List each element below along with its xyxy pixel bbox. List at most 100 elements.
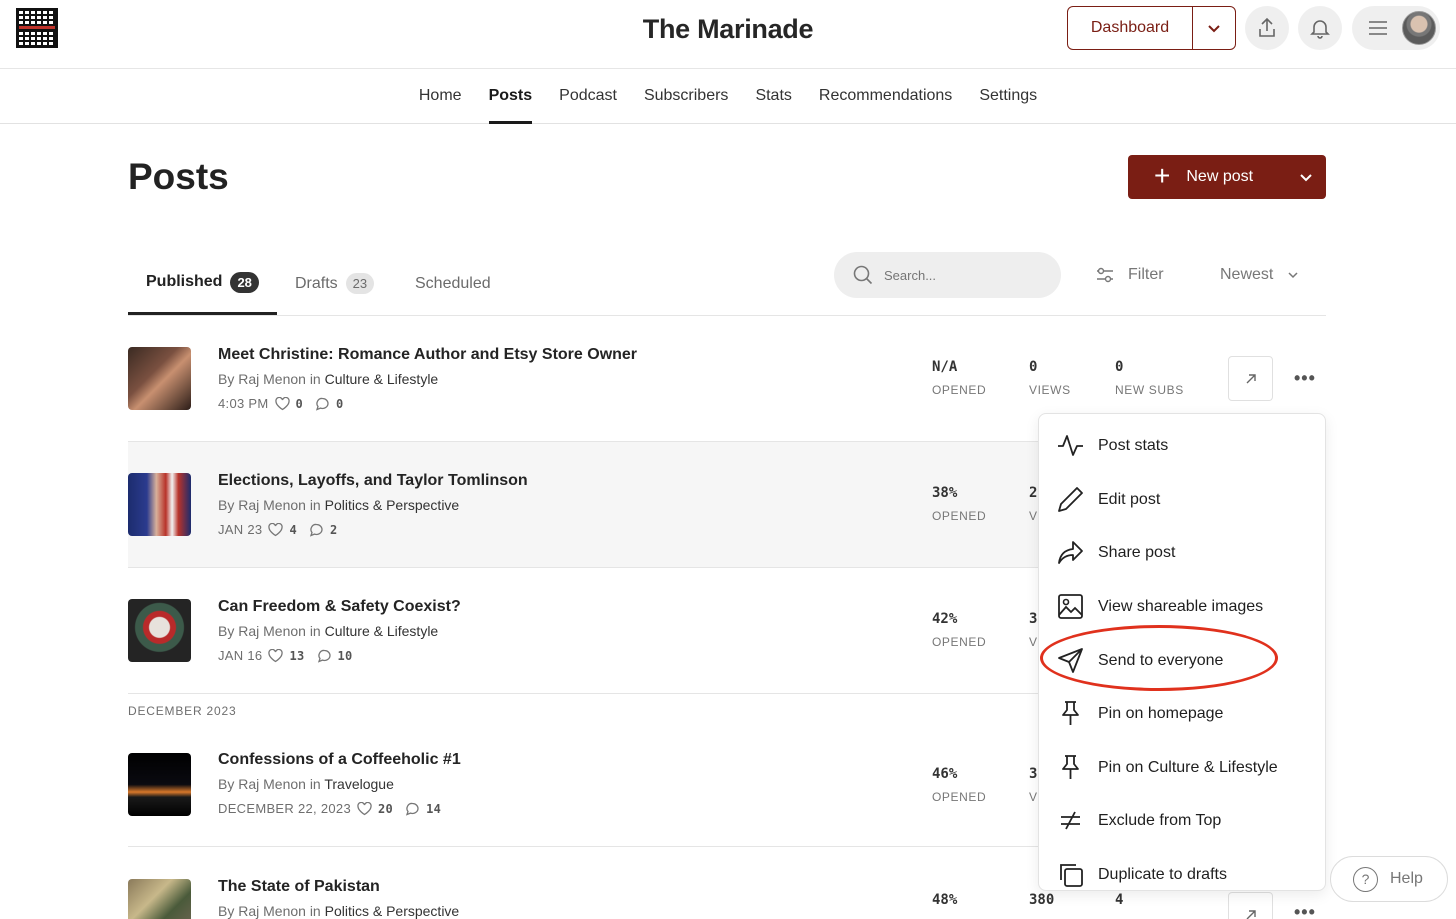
- post-category[interactable]: Culture & Lifestyle: [325, 371, 439, 387]
- send-icon: [1058, 648, 1083, 673]
- arrow-up-right-icon: [1246, 909, 1256, 919]
- post-category[interactable]: Culture & Lifestyle: [325, 623, 439, 639]
- tab-drafts[interactable]: Drafts 23: [295, 252, 375, 315]
- page-title: Posts: [128, 156, 229, 197]
- main-nav: Home Posts Podcast Subscribers Stats Rec…: [0, 70, 1456, 124]
- nav-podcast[interactable]: Podcast: [559, 70, 617, 124]
- new-post-button[interactable]: + New post: [1128, 155, 1326, 199]
- comment-icon: [309, 523, 323, 537]
- post-thumbnail: [128, 753, 191, 816]
- post-date-row: JAN 16 13 10: [218, 648, 353, 663]
- help-button[interactable]: ? Help: [1330, 856, 1448, 902]
- filter-label: Filter: [1128, 266, 1164, 283]
- chevron-down-icon[interactable]: [1286, 169, 1326, 185]
- chevron-down-icon[interactable]: [1193, 20, 1235, 36]
- opened-stat: 48%: [932, 892, 958, 908]
- views-stat: 2V: [1029, 485, 1038, 523]
- share-button[interactable]: [1245, 6, 1289, 50]
- drafts-count-badge: 23: [345, 273, 375, 294]
- post-title[interactable]: Can Freedom & Safety Coexist?: [218, 598, 461, 616]
- copy-icon: [1060, 864, 1083, 887]
- post-title[interactable]: Elections, Layoffs, and Taylor Tomlinson: [218, 472, 528, 490]
- post-date-row: 4:03 PM 0 0: [218, 396, 344, 411]
- not-equal-icon: [1061, 811, 1080, 830]
- menu-item-share-post[interactable]: Share post: [1057, 539, 1175, 566]
- menu-item-duplicate-to-drafts[interactable]: Duplicate to drafts: [1057, 861, 1227, 888]
- pencil-icon: [1058, 487, 1083, 512]
- avatar: [1402, 11, 1436, 45]
- post-category[interactable]: Politics & Perspective: [325, 903, 460, 919]
- tab-scheduled-label: Scheduled: [415, 274, 491, 292]
- nav-stats[interactable]: Stats: [755, 70, 791, 124]
- nav-home[interactable]: Home: [419, 70, 462, 124]
- nav-posts[interactable]: Posts: [488, 70, 532, 124]
- filter-button[interactable]: Filter: [1096, 266, 1164, 284]
- post-category[interactable]: Politics & Perspective: [325, 497, 460, 513]
- post-thumbnail: [128, 599, 191, 662]
- post-date: JAN 16: [218, 648, 263, 663]
- menu-item-pin-on-culture-lifestyle[interactable]: Pin on Culture & Lifestyle: [1057, 754, 1278, 781]
- nav-settings[interactable]: Settings: [979, 70, 1037, 124]
- menu-item-edit-post[interactable]: Edit post: [1057, 486, 1160, 513]
- heart-icon: [268, 648, 284, 662]
- menu-item-post-stats[interactable]: Post stats: [1057, 432, 1168, 459]
- activity-icon: [1058, 435, 1083, 456]
- menu-item-send-to-everyone[interactable]: Send to everyone: [1057, 647, 1223, 674]
- post-date: DECEMBER 22, 2023: [218, 801, 351, 816]
- comments-count: 2: [329, 522, 338, 537]
- nav-recommendations[interactable]: Recommendations: [819, 70, 952, 124]
- views-stat: 0 VIEWS: [1029, 359, 1071, 397]
- tab-scheduled[interactable]: Scheduled: [415, 252, 491, 315]
- post-byline: By Raj Menon in Travelogue: [218, 776, 394, 792]
- comment-icon: [317, 649, 331, 663]
- account-menu-button[interactable]: [1352, 6, 1440, 50]
- arrow-up-right-icon: [1246, 373, 1256, 383]
- opened-stat: 42% OPENED: [932, 611, 987, 649]
- post-byline: By Raj Menon in Politics & Perspective: [218, 903, 460, 919]
- post-title[interactable]: The State of Pakistan: [218, 878, 380, 896]
- tab-published[interactable]: Published 28: [128, 252, 277, 315]
- comments-count: 0: [336, 396, 344, 411]
- opened-stat: N/A OPENED: [932, 359, 987, 397]
- post-byline: By Raj Menon in Politics & Perspective: [218, 497, 460, 513]
- share-arrow-icon: [1058, 541, 1083, 564]
- views-stat: 380: [1029, 892, 1055, 908]
- dashboard-label: Dashboard: [1090, 19, 1170, 36]
- help-label: Help: [1390, 870, 1423, 887]
- post-title[interactable]: Confessions of a Coffeeholic #1: [218, 751, 461, 769]
- more-options-button[interactable]: •••: [1294, 902, 1316, 919]
- notifications-button[interactable]: [1298, 6, 1342, 50]
- comments-count: 10: [337, 648, 353, 663]
- menu-item-exclude-from-top[interactable]: Exclude from Top: [1057, 807, 1221, 834]
- more-options-button[interactable]: •••: [1294, 368, 1316, 389]
- tab-drafts-label: Drafts: [295, 274, 338, 292]
- post-byline: By Raj Menon in Culture & Lifestyle: [218, 371, 439, 387]
- likes-count: 13: [289, 648, 305, 663]
- search-input[interactable]: [884, 267, 1034, 283]
- tab-published-label: Published: [146, 273, 223, 290]
- open-post-button[interactable]: [1228, 356, 1273, 401]
- new-post-label: New post: [1186, 168, 1254, 185]
- post-options-menu: Post stats Edit post Share post View sha…: [1038, 413, 1326, 891]
- search-box[interactable]: [834, 252, 1061, 298]
- image-icon: [1058, 594, 1083, 619]
- new-subs-stat: 0 NEW SUBS: [1115, 359, 1184, 397]
- dashboard-button[interactable]: Dashboard: [1067, 6, 1236, 50]
- chevron-down-icon: [1288, 272, 1298, 279]
- post-thumbnail: [128, 347, 191, 410]
- post-category[interactable]: Travelogue: [324, 776, 394, 792]
- post-title[interactable]: Meet Christine: Romance Author and Etsy …: [218, 346, 637, 364]
- published-count-badge: 28: [230, 271, 259, 293]
- pin-icon: [1062, 755, 1079, 779]
- heart-icon: [357, 801, 372, 815]
- menu-item-pin-on-homepage[interactable]: Pin on homepage: [1057, 700, 1223, 727]
- post-date: JAN 23: [218, 522, 263, 537]
- menu-item-view-shareable-images[interactable]: View shareable images: [1057, 593, 1263, 620]
- open-post-button[interactable]: [1228, 892, 1273, 919]
- sort-label: Newest: [1220, 266, 1274, 283]
- site-title[interactable]: The Marinade: [0, 14, 1456, 45]
- post-date: 4:03 PM: [218, 396, 269, 411]
- post-thumbnail: [128, 879, 191, 919]
- sort-dropdown[interactable]: Newest: [1220, 266, 1299, 284]
- nav-subscribers[interactable]: Subscribers: [644, 70, 728, 124]
